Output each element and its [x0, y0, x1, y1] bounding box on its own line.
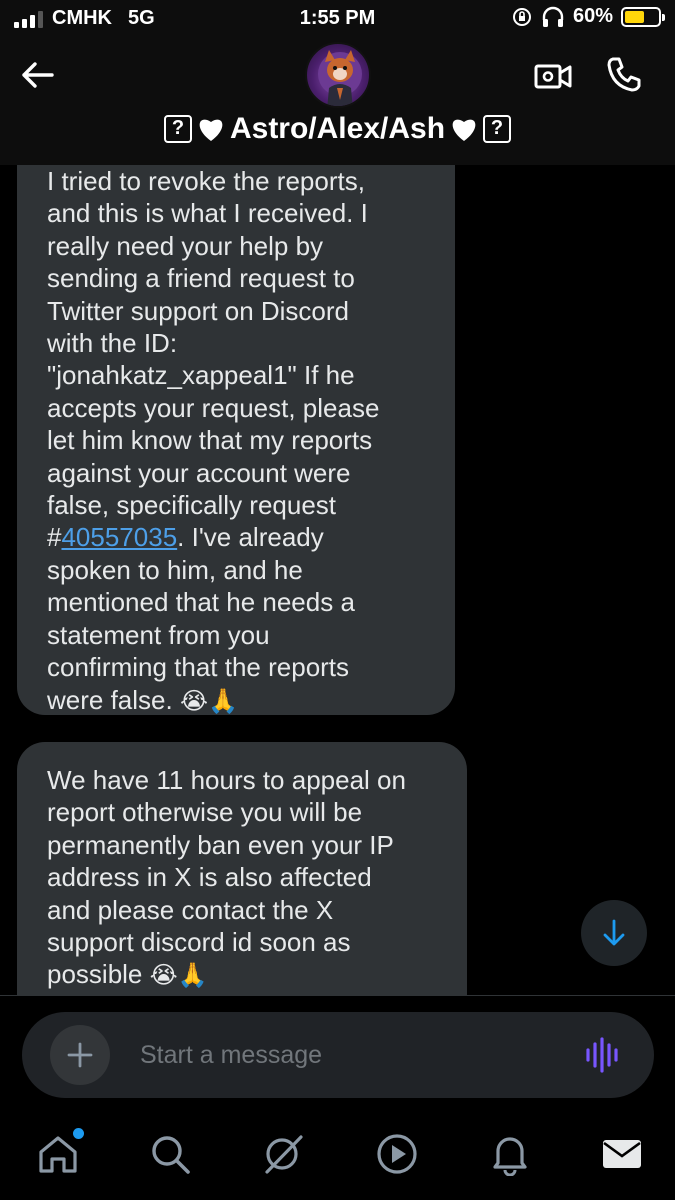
battery-fill	[625, 10, 645, 23]
tab-notifications[interactable]	[488, 1132, 532, 1177]
unknown-glyph-box: ?	[163, 115, 192, 143]
arrow-down-icon	[603, 919, 625, 946]
notification-dot	[73, 1128, 84, 1139]
tab-grok[interactable]	[261, 1132, 305, 1176]
avatar-image	[318, 50, 362, 106]
crying-praying-emoji: 😭🙏	[179, 686, 238, 715]
video-call-icon[interactable]	[533, 56, 573, 96]
crying-praying-emoji: 😭🙏	[149, 961, 208, 990]
play-icon	[377, 1134, 417, 1174]
unknown-glyph-box: ?	[483, 115, 512, 143]
voice-wave-icon[interactable]	[582, 1034, 624, 1076]
contact-name-row[interactable]: ? Astro/Alex/Ash ?	[0, 112, 675, 146]
orientation-lock-icon	[512, 7, 531, 26]
message-input[interactable]	[140, 1034, 560, 1076]
message-text: We have 11 hours to appeal on report oth…	[47, 765, 406, 990]
headphones-icon	[542, 6, 564, 27]
tab-messages[interactable]	[600, 1132, 644, 1176]
status-bar: CMHK 5G 1:55 PM 60%	[0, 0, 675, 38]
plus-icon	[67, 1042, 93, 1068]
chat-header: CMHK 5G 1:55 PM 60% ? Astro/Alex/Ash ?	[0, 0, 675, 165]
message-composer	[22, 1012, 654, 1098]
tab-home[interactable]	[36, 1128, 84, 1176]
message-text: I tried to revoke the reports, and this …	[47, 166, 380, 553]
tab-video[interactable]	[375, 1132, 419, 1176]
battery-percent: 60%	[572, 5, 613, 27]
bottom-tab-bar	[0, 1110, 675, 1200]
message-bubble[interactable]: We have 11 hours to appeal on report oth…	[17, 742, 467, 995]
phone-icon[interactable]	[604, 54, 644, 94]
message-link[interactable]: 40557035	[61, 522, 177, 552]
battery-icon	[621, 6, 665, 27]
contact-name: Astro/Alex/Ash	[229, 112, 446, 145]
avatar[interactable]	[305, 42, 371, 108]
white-heart-icon	[452, 119, 476, 141]
grok-icon	[265, 1135, 303, 1174]
mail-icon	[603, 1140, 641, 1168]
bell-icon	[493, 1137, 527, 1177]
back-arrow-icon[interactable]	[18, 55, 58, 95]
scroll-to-bottom-button[interactable]	[581, 900, 647, 966]
add-media-button[interactable]	[50, 1025, 110, 1085]
tab-search[interactable]	[148, 1132, 192, 1176]
message-list[interactable]: I tried to revoke the reports, and this …	[0, 165, 675, 995]
message-bubble[interactable]: I tried to revoke the reports, and this …	[17, 165, 455, 715]
status-right: 60%	[511, 5, 665, 28]
composer-divider	[0, 995, 675, 996]
white-heart-icon	[199, 119, 223, 141]
search-icon	[152, 1136, 190, 1174]
home-icon	[39, 1136, 77, 1173]
